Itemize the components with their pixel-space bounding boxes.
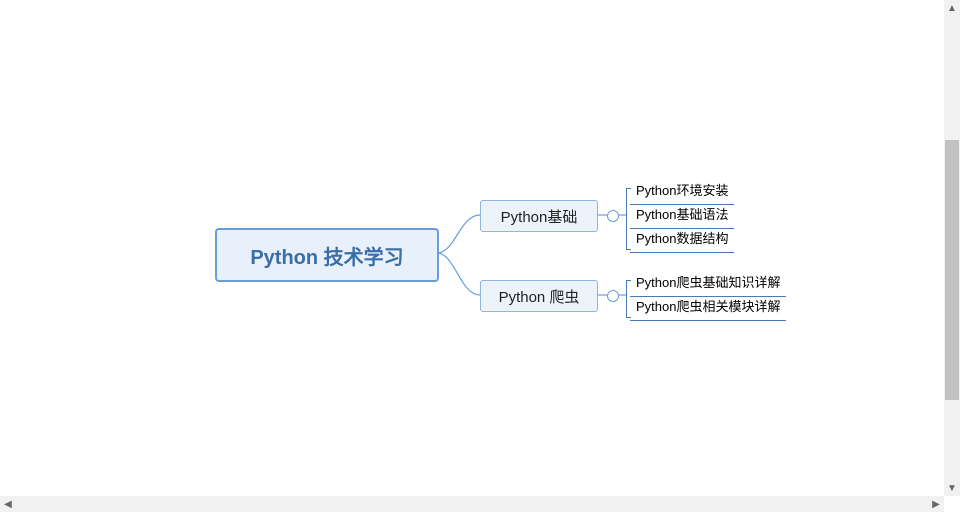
leaf-node[interactable]: Python基础语法	[630, 202, 734, 229]
mindmap-canvas[interactable]: Python 技术学习 Python基础 Python环境安装 Python基础…	[0, 0, 944, 496]
leaf-node[interactable]: Python爬虫基础知识详解	[630, 270, 786, 297]
vertical-scrollbar[interactable]: ▲ ▼	[944, 0, 960, 496]
root-node-label: Python 技术学习	[250, 241, 403, 270]
scroll-right-arrow-icon[interactable]: ▶	[928, 496, 944, 512]
scrollbar-thumb[interactable]	[945, 140, 959, 400]
leaf-label: Python基础语法	[636, 207, 728, 222]
leaf-label: Python数据结构	[636, 231, 728, 246]
scroll-left-arrow-icon[interactable]: ◀	[0, 496, 16, 512]
leaf-label: Python爬虫相关模块详解	[636, 299, 780, 314]
branch-node-basics[interactable]: Python基础	[480, 200, 598, 232]
expand-dot-icon[interactable]	[607, 290, 619, 302]
leaf-node[interactable]: Python数据结构	[630, 226, 734, 253]
expand-dot-icon[interactable]	[607, 210, 619, 222]
scroll-down-arrow-icon[interactable]: ▼	[944, 480, 960, 496]
branch-label: Python 爬虫	[499, 286, 580, 307]
scroll-up-arrow-icon[interactable]: ▲	[944, 0, 960, 16]
leaf-label: Python环境安装	[636, 183, 728, 198]
root-node[interactable]: Python 技术学习	[215, 228, 439, 282]
branch-node-crawler[interactable]: Python 爬虫	[480, 280, 598, 312]
connector-lines	[0, 0, 944, 496]
branch-label: Python基础	[501, 206, 578, 227]
leaf-node[interactable]: Python爬虫相关模块详解	[630, 294, 786, 321]
leaf-node[interactable]: Python环境安装	[630, 178, 734, 205]
horizontal-scrollbar[interactable]: ◀ ▶	[0, 496, 944, 512]
leaf-label: Python爬虫基础知识详解	[636, 275, 780, 290]
